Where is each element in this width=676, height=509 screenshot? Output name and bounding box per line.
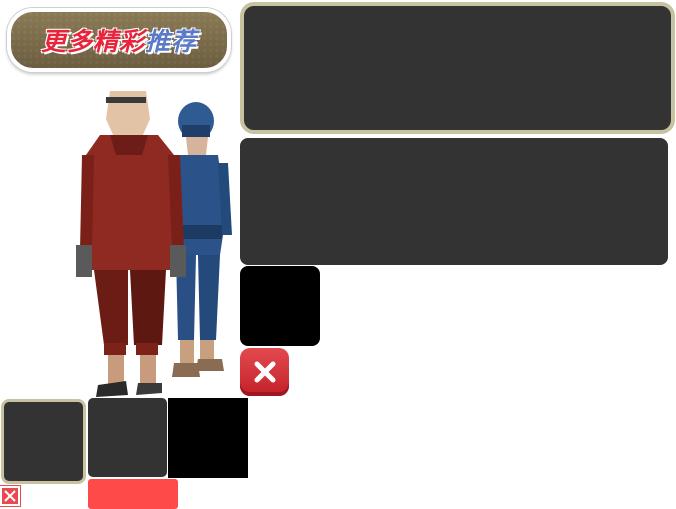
middle-ad-panel[interactable] (240, 138, 668, 265)
top-ad-panel[interactable] (240, 2, 675, 134)
game-slot-selected[interactable] (1, 399, 86, 484)
game-icon-slot[interactable] (240, 266, 320, 346)
banner-title: 更多精彩推荐 (41, 22, 197, 58)
small-close-button[interactable] (0, 485, 21, 507)
red-action-bar[interactable] (88, 479, 178, 509)
more-recommendations-banner[interactable]: 更多精彩推荐 (7, 8, 231, 72)
close-icon (4, 490, 16, 502)
close-button[interactable] (240, 348, 289, 396)
banner-title-blue: 推荐 (145, 27, 198, 56)
close-icon (254, 361, 275, 383)
characters-illustration (76, 91, 232, 397)
game-slot-image[interactable] (168, 398, 248, 478)
game-slot[interactable] (88, 398, 167, 477)
banner-title-red: 更多精彩 (40, 27, 145, 56)
red-hoodie-figure (76, 91, 186, 397)
